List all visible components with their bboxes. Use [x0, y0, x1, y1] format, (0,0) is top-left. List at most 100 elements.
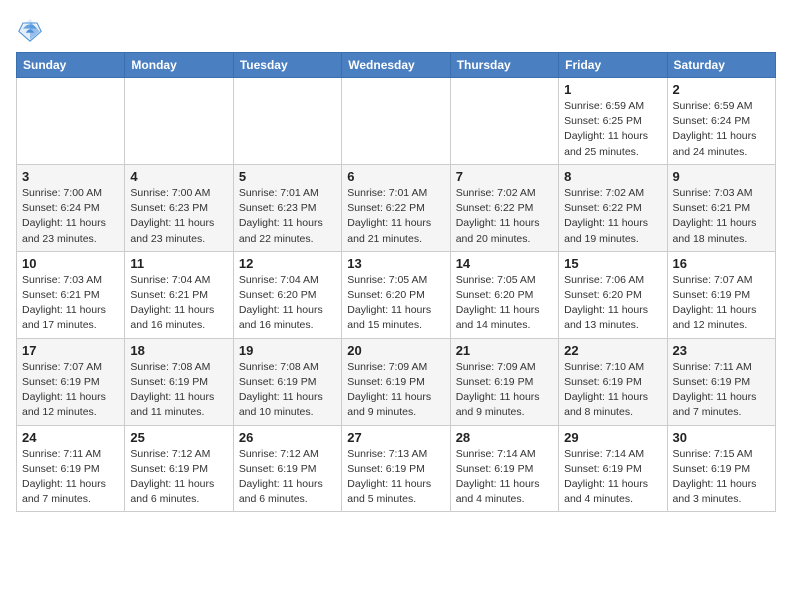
day-cell: 17 Sunrise: 7:07 AM Sunset: 6:19 PM Dayli… [17, 338, 125, 425]
day-number: 11 [130, 256, 227, 271]
day-number: 15 [564, 256, 661, 271]
day-info: Sunrise: 7:04 AM Sunset: 6:20 PM Dayligh… [239, 273, 336, 334]
day-info: Sunrise: 7:13 AM Sunset: 6:19 PM Dayligh… [347, 447, 444, 508]
day-number: 1 [564, 82, 661, 97]
day-info: Sunrise: 7:12 AM Sunset: 6:19 PM Dayligh… [239, 447, 336, 508]
day-cell [450, 78, 558, 165]
day-number: 10 [22, 256, 119, 271]
day-cell: 24 Sunrise: 7:11 AM Sunset: 6:19 PM Dayli… [17, 425, 125, 512]
day-cell: 23 Sunrise: 7:11 AM Sunset: 6:19 PM Dayli… [667, 338, 775, 425]
day-cell: 25 Sunrise: 7:12 AM Sunset: 6:19 PM Dayli… [125, 425, 233, 512]
day-number: 21 [456, 343, 553, 358]
day-cell [342, 78, 450, 165]
day-info: Sunrise: 7:02 AM Sunset: 6:22 PM Dayligh… [564, 186, 661, 247]
day-cell: 14Sunrise: 7:05 AM Sunset: 6:20 PM Dayli… [450, 251, 558, 338]
week-row-5: 24 Sunrise: 7:11 AM Sunset: 6:19 PM Dayli… [17, 425, 776, 512]
day-cell: 18Sunrise: 7:08 AM Sunset: 6:19 PM Dayli… [125, 338, 233, 425]
week-row-3: 10 Sunrise: 7:03 AM Sunset: 6:21 PM Dayli… [17, 251, 776, 338]
day-cell: 2 Sunrise: 6:59 AM Sunset: 6:24 PM Daylig… [667, 78, 775, 165]
day-cell: 8 Sunrise: 7:02 AM Sunset: 6:22 PM Daylig… [559, 164, 667, 251]
day-number: 29 [564, 430, 661, 445]
day-cell: 1 Sunrise: 6:59 AM Sunset: 6:25 PM Daylig… [559, 78, 667, 165]
day-info: Sunrise: 7:04 AM Sunset: 6:21 PM Dayligh… [130, 273, 227, 334]
day-info: Sunrise: 7:15 AM Sunset: 6:19 PM Dayligh… [673, 447, 770, 508]
day-info: Sunrise: 7:01 AM Sunset: 6:23 PM Dayligh… [239, 186, 336, 247]
week-row-1: 1 Sunrise: 6:59 AM Sunset: 6:25 PM Daylig… [17, 78, 776, 165]
logo [16, 16, 48, 44]
day-number: 5 [239, 169, 336, 184]
day-info: Sunrise: 7:14 AM Sunset: 6:19 PM Dayligh… [456, 447, 553, 508]
day-number: 23 [673, 343, 770, 358]
day-cell: 4Sunrise: 7:00 AM Sunset: 6:23 PM Daylig… [125, 164, 233, 251]
day-info: Sunrise: 7:01 AM Sunset: 6:22 PM Dayligh… [347, 186, 444, 247]
weekday-header-saturday: Saturday [667, 53, 775, 78]
day-info: Sunrise: 7:11 AM Sunset: 6:19 PM Dayligh… [22, 447, 119, 508]
day-number: 25 [130, 430, 227, 445]
day-info: Sunrise: 6:59 AM Sunset: 6:25 PM Dayligh… [564, 99, 661, 160]
day-cell: 6Sunrise: 7:01 AM Sunset: 6:22 PM Daylig… [342, 164, 450, 251]
day-info: Sunrise: 7:05 AM Sunset: 6:20 PM Dayligh… [347, 273, 444, 334]
day-info: Sunrise: 7:02 AM Sunset: 6:22 PM Dayligh… [456, 186, 553, 247]
weekday-header-tuesday: Tuesday [233, 53, 341, 78]
day-number: 26 [239, 430, 336, 445]
weekday-header-thursday: Thursday [450, 53, 558, 78]
day-cell: 20 Sunrise: 7:09 AM Sunset: 6:19 PM Dayli… [342, 338, 450, 425]
weekday-header-wednesday: Wednesday [342, 53, 450, 78]
day-info: Sunrise: 7:11 AM Sunset: 6:19 PM Dayligh… [673, 360, 770, 421]
day-cell: 27 Sunrise: 7:13 AM Sunset: 6:19 PM Dayli… [342, 425, 450, 512]
day-cell: 15 Sunrise: 7:06 AM Sunset: 6:20 PM Dayli… [559, 251, 667, 338]
day-number: 19 [239, 343, 336, 358]
day-number: 9 [673, 169, 770, 184]
day-info: Sunrise: 7:00 AM Sunset: 6:24 PM Dayligh… [22, 186, 119, 247]
day-number: 16 [673, 256, 770, 271]
calendar: SundayMondayTuesdayWednesdayThursdayFrid… [16, 52, 776, 512]
day-number: 8 [564, 169, 661, 184]
day-cell: 29Sunrise: 7:14 AM Sunset: 6:19 PM Dayli… [559, 425, 667, 512]
logo-icon [16, 16, 44, 44]
day-cell [233, 78, 341, 165]
weekday-header-row: SundayMondayTuesdayWednesdayThursdayFrid… [17, 53, 776, 78]
day-info: Sunrise: 7:03 AM Sunset: 6:21 PM Dayligh… [22, 273, 119, 334]
day-info: Sunrise: 7:12 AM Sunset: 6:19 PM Dayligh… [130, 447, 227, 508]
day-info: Sunrise: 7:08 AM Sunset: 6:19 PM Dayligh… [239, 360, 336, 421]
weekday-header-friday: Friday [559, 53, 667, 78]
day-cell: 5 Sunrise: 7:01 AM Sunset: 6:23 PM Daylig… [233, 164, 341, 251]
day-info: Sunrise: 7:06 AM Sunset: 6:20 PM Dayligh… [564, 273, 661, 334]
day-number: 30 [673, 430, 770, 445]
day-info: Sunrise: 7:07 AM Sunset: 6:19 PM Dayligh… [673, 273, 770, 334]
day-cell: 13Sunrise: 7:05 AM Sunset: 6:20 PM Dayli… [342, 251, 450, 338]
day-cell [17, 78, 125, 165]
day-number: 17 [22, 343, 119, 358]
day-info: Sunrise: 7:03 AM Sunset: 6:21 PM Dayligh… [673, 186, 770, 247]
day-cell: 26 Sunrise: 7:12 AM Sunset: 6:19 PM Dayli… [233, 425, 341, 512]
day-cell: 12 Sunrise: 7:04 AM Sunset: 6:20 PM Dayli… [233, 251, 341, 338]
day-number: 22 [564, 343, 661, 358]
day-info: Sunrise: 7:05 AM Sunset: 6:20 PM Dayligh… [456, 273, 553, 334]
day-cell: 22 Sunrise: 7:10 AM Sunset: 6:19 PM Dayli… [559, 338, 667, 425]
week-row-4: 17 Sunrise: 7:07 AM Sunset: 6:19 PM Dayli… [17, 338, 776, 425]
weekday-header-monday: Monday [125, 53, 233, 78]
day-info: Sunrise: 7:10 AM Sunset: 6:19 PM Dayligh… [564, 360, 661, 421]
day-cell: 19 Sunrise: 7:08 AM Sunset: 6:19 PM Dayli… [233, 338, 341, 425]
day-cell: 3 Sunrise: 7:00 AM Sunset: 6:24 PM Daylig… [17, 164, 125, 251]
day-cell: 7Sunrise: 7:02 AM Sunset: 6:22 PM Daylig… [450, 164, 558, 251]
day-number: 2 [673, 82, 770, 97]
day-number: 3 [22, 169, 119, 184]
day-cell: 9 Sunrise: 7:03 AM Sunset: 6:21 PM Daylig… [667, 164, 775, 251]
day-number: 27 [347, 430, 444, 445]
day-info: Sunrise: 7:08 AM Sunset: 6:19 PM Dayligh… [130, 360, 227, 421]
day-info: Sunrise: 7:09 AM Sunset: 6:19 PM Dayligh… [347, 360, 444, 421]
day-cell: 10 Sunrise: 7:03 AM Sunset: 6:21 PM Dayli… [17, 251, 125, 338]
day-cell: 16 Sunrise: 7:07 AM Sunset: 6:19 PM Dayli… [667, 251, 775, 338]
day-cell: 21Sunrise: 7:09 AM Sunset: 6:19 PM Dayli… [450, 338, 558, 425]
day-number: 20 [347, 343, 444, 358]
day-cell: 28 Sunrise: 7:14 AM Sunset: 6:19 PM Dayli… [450, 425, 558, 512]
day-number: 12 [239, 256, 336, 271]
day-info: Sunrise: 6:59 AM Sunset: 6:24 PM Dayligh… [673, 99, 770, 160]
day-number: 28 [456, 430, 553, 445]
header [16, 16, 776, 44]
week-row-2: 3 Sunrise: 7:00 AM Sunset: 6:24 PM Daylig… [17, 164, 776, 251]
day-number: 24 [22, 430, 119, 445]
day-cell [125, 78, 233, 165]
day-info: Sunrise: 7:07 AM Sunset: 6:19 PM Dayligh… [22, 360, 119, 421]
